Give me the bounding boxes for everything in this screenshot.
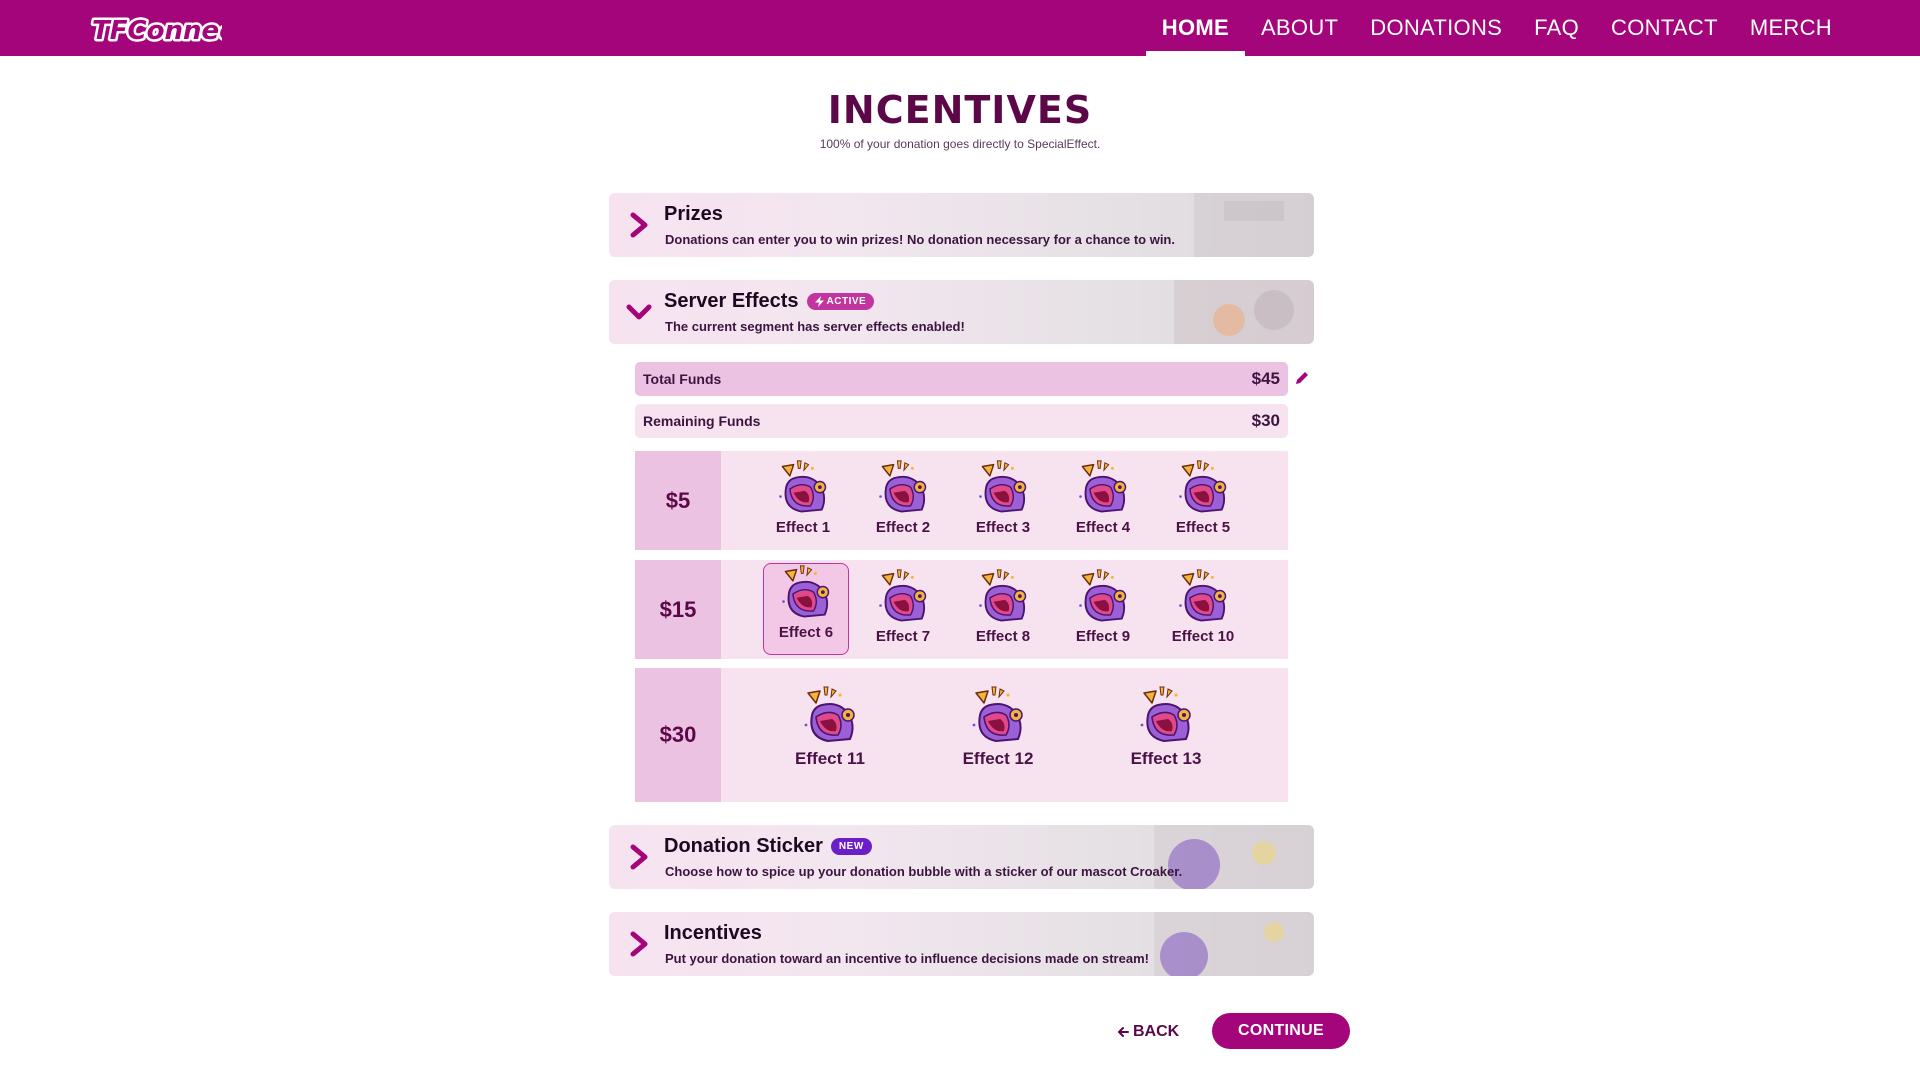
- total-funds-row: Total Funds $45: [635, 362, 1288, 396]
- shouting-mascot-icon: [973, 459, 1033, 519]
- effect-option[interactable]: Effect 12: [948, 685, 1048, 793]
- effect-label: Effect 9: [1075, 628, 1131, 645]
- accordion-description: Donations can enter you to win prizes! N…: [665, 232, 1175, 247]
- svg-text:TFConnect: TFConnect: [92, 16, 222, 46]
- effect-label: Effect 10: [1171, 628, 1235, 645]
- continue-button[interactable]: CONTINUE: [1212, 1013, 1350, 1049]
- back-label: BACK: [1133, 1023, 1180, 1040]
- nav-donations[interactable]: DONATIONS: [1354, 0, 1518, 56]
- tier-price: $15: [635, 560, 721, 659]
- new-badge: NEW: [830, 838, 872, 855]
- tier-price: $5: [635, 451, 721, 550]
- accordion-donation-sticker[interactable]: Donation Sticker NEW Choose how to spice…: [609, 825, 1314, 889]
- shouting-mascot-icon: [1134, 685, 1198, 749]
- nav-contact[interactable]: CONTACT: [1595, 0, 1734, 56]
- remaining-funds-label: Remaining Funds: [643, 413, 761, 429]
- chevron-right-icon: [630, 212, 648, 238]
- accordion-description: The current segment has server effects e…: [665, 319, 965, 334]
- nav-about[interactable]: ABOUT: [1245, 0, 1354, 56]
- shouting-mascot-icon: [973, 568, 1033, 628]
- main-nav: HOME ABOUT DONATIONS FAQ CONTACT MERCH: [1145, 0, 1848, 56]
- effect-label: Effect 11: [795, 749, 865, 768]
- effect-label: Effect 4: [1075, 519, 1131, 536]
- total-funds-label: Total Funds: [643, 371, 722, 387]
- shouting-mascot-icon: [798, 685, 862, 749]
- nav-faq[interactable]: FAQ: [1518, 0, 1595, 56]
- effect-option[interactable]: Effect 1: [761, 459, 845, 546]
- tier-row: $5 Effect 1 Effect 2 Effect 3 Effect 4 E…: [635, 451, 1288, 550]
- page-subtitle: 100% of your donation goes directly to S…: [819, 137, 1101, 151]
- shouting-mascot-icon: [1173, 568, 1233, 628]
- top-nav-bar: TFConnect TFConnect HOME ABOUT DONATIONS…: [0, 0, 1920, 56]
- accordion-description: Choose how to spice up your donation bub…: [665, 864, 1183, 879]
- effect-label: Effect 3: [975, 519, 1031, 536]
- effect-label: Effect 1: [775, 519, 831, 536]
- remaining-funds-value: $30: [1251, 411, 1280, 430]
- chevron-right-icon: [630, 844, 648, 870]
- active-badge: ACTIVE: [806, 293, 875, 310]
- effect-label: Effect 8: [975, 628, 1031, 645]
- effect-option[interactable]: Effect 10: [1161, 568, 1245, 655]
- pencil-icon[interactable]: [1294, 370, 1310, 386]
- effect-option[interactable]: Effect 3: [961, 459, 1045, 546]
- header-decoration: [1154, 825, 1314, 889]
- accordion-server-effects[interactable]: Server Effects ACTIVE The current segmen…: [609, 280, 1314, 344]
- total-funds-value: $45: [1251, 369, 1280, 388]
- effect-label: Effect 2: [875, 519, 931, 536]
- effect-label: Effect 7: [875, 628, 931, 645]
- shouting-mascot-icon: [966, 685, 1030, 749]
- tier-row: $15 Effect 6 Effect 7 Effect 8 Effect 9: [635, 560, 1288, 659]
- shouting-mascot-icon: [873, 568, 933, 628]
- header-decoration: [1174, 280, 1314, 344]
- effect-label: Effect 13: [1130, 749, 1202, 768]
- effect-label: Effect 5: [1175, 519, 1231, 536]
- effect-option[interactable]: Effect 13: [1116, 685, 1216, 793]
- chevron-right-icon: [630, 931, 648, 957]
- header-decoration: [1194, 193, 1314, 257]
- nav-merch[interactable]: MERCH: [1734, 0, 1848, 56]
- shouting-mascot-icon: [1073, 568, 1133, 628]
- header-decoration: [1154, 912, 1314, 976]
- chevron-down-icon: [626, 304, 652, 320]
- effect-label: Effect 6: [778, 624, 834, 641]
- tier-row: $30 Effect 11 Effect 12 Effect 13: [635, 668, 1288, 802]
- effect-option[interactable]: Effect 5: [1161, 459, 1245, 546]
- shouting-mascot-icon: [1073, 459, 1133, 519]
- effect-option-selected[interactable]: Effect 6: [763, 563, 849, 655]
- effect-option[interactable]: Effect 2: [861, 459, 945, 546]
- shouting-mascot-icon: [873, 459, 933, 519]
- page-title: INCENTIVES: [827, 88, 1093, 132]
- tfconnect-logo[interactable]: TFConnect TFConnect: [88, 9, 223, 49]
- back-button[interactable]: BACK: [1117, 1017, 1179, 1047]
- accordion-description: Put your donation toward an incentive to…: [665, 951, 1149, 966]
- shouting-mascot-icon: [773, 459, 833, 519]
- accordion-title: Incentives: [664, 922, 762, 944]
- effect-option[interactable]: Effect 9: [1061, 568, 1145, 655]
- effect-label: Effect 12: [962, 749, 1034, 768]
- tier-price: $30: [635, 668, 721, 802]
- effect-option[interactable]: Effect 7: [861, 568, 945, 655]
- accordion-prizes[interactable]: Prizes Donations can enter you to win pr…: [609, 193, 1314, 257]
- accordion-title: Prizes: [664, 203, 723, 225]
- effect-option[interactable]: Effect 4: [1061, 459, 1145, 546]
- nav-home[interactable]: HOME: [1145, 0, 1246, 56]
- shouting-mascot-icon: [776, 564, 836, 624]
- arrow-left-icon: [1118, 1027, 1129, 1037]
- effect-option[interactable]: Effect 11: [780, 685, 880, 793]
- remaining-funds-row: Remaining Funds $30: [635, 404, 1288, 438]
- accordion-incentives[interactable]: Incentives Put your donation toward an i…: [609, 912, 1314, 976]
- shouting-mascot-icon: [1173, 459, 1233, 519]
- effect-option[interactable]: Effect 8: [961, 568, 1045, 655]
- accordion-title: Server Effects ACTIVE: [664, 290, 875, 313]
- lightning-icon: [814, 296, 824, 307]
- accordion-title: Donation Sticker NEW: [664, 835, 872, 858]
